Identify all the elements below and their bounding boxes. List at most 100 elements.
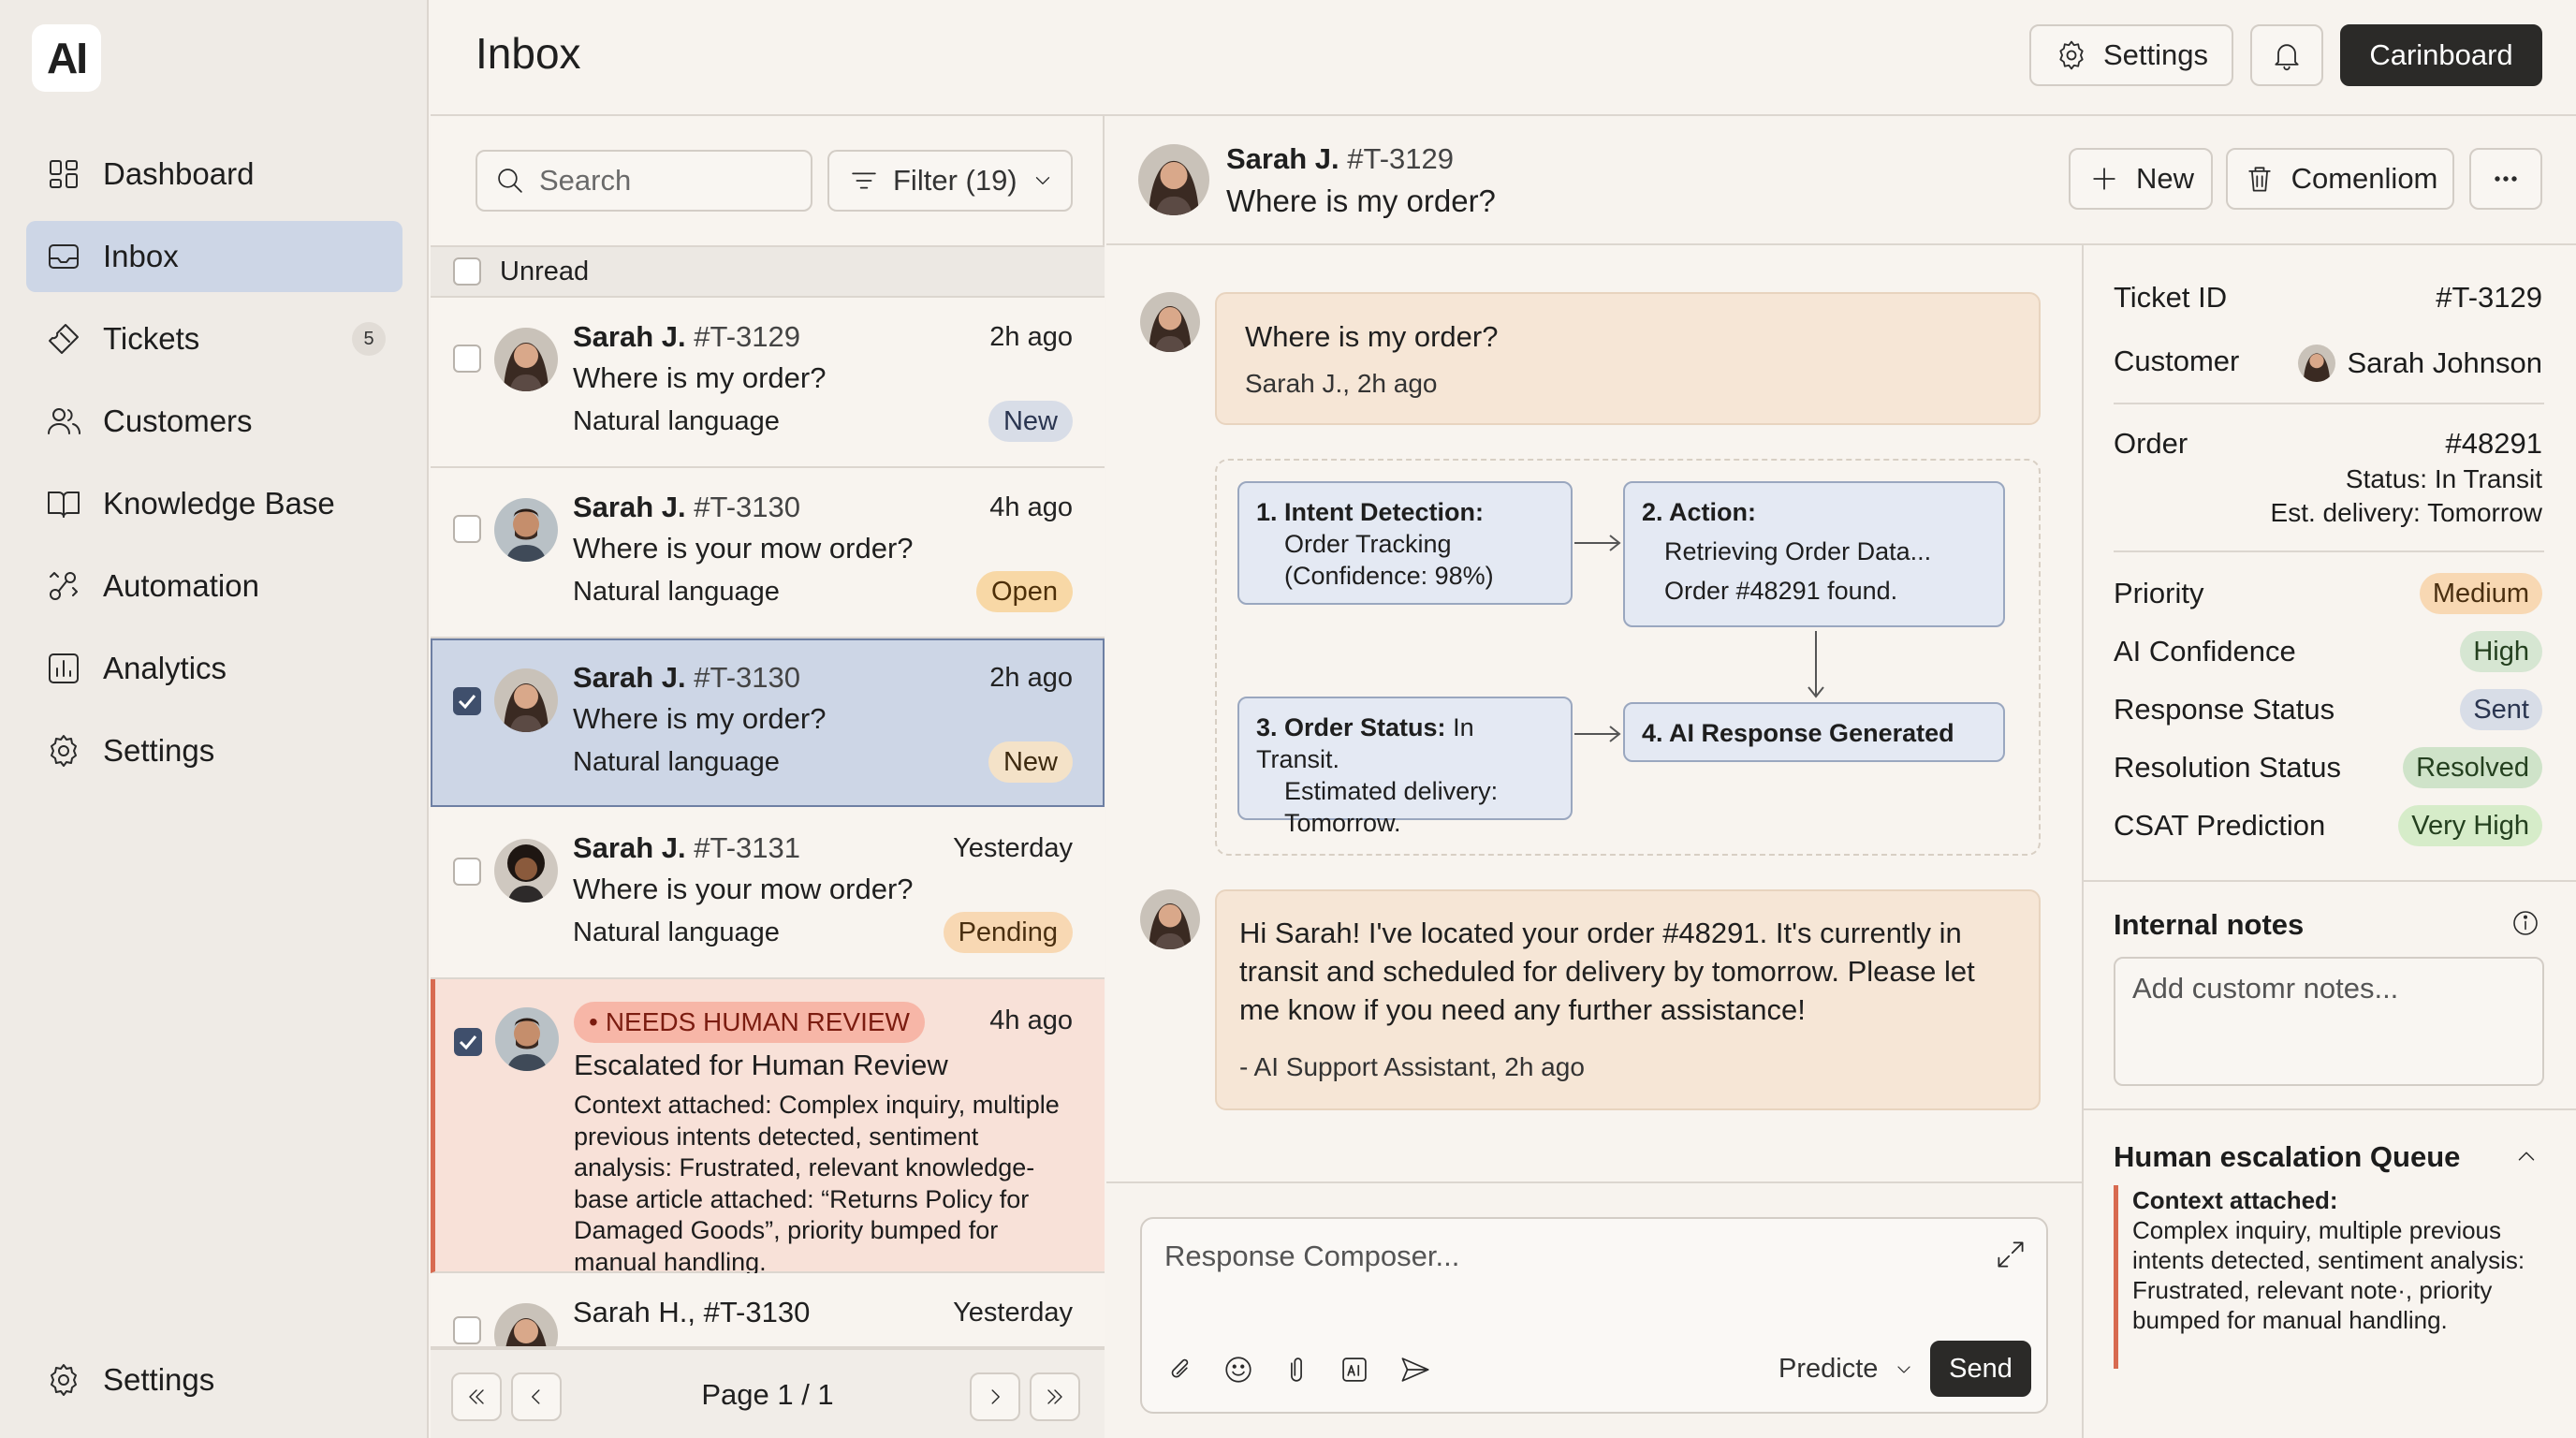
sidebar-item-dashboard[interactable]: Dashboard (26, 139, 402, 210)
message-meta: Sarah J., 2h ago (1245, 369, 1438, 398)
customer-name: Sarah J. #T-3131 (573, 831, 801, 864)
order-value[interactable]: #48291 (2446, 427, 2542, 461)
app-logo[interactable]: AI (32, 24, 101, 92)
ticket-id: #T-3130 (694, 661, 801, 694)
list-item[interactable]: Sarah J. #T-3130 4h ago Where is your mo… (431, 468, 1105, 638)
internal-notes-input[interactable]: Add customr notes... (2114, 957, 2544, 1086)
divider (2114, 403, 2544, 404)
ticket-id: #T-3129 (1347, 142, 1455, 175)
expand-icon[interactable] (1994, 1238, 2027, 1271)
sidebar-item-customers[interactable]: Customers (26, 386, 402, 457)
status-badge: Open (976, 571, 1073, 612)
list-item-needs-review[interactable]: • NEEDS HUMAN REVIEW 4h ago Escalated for… (431, 979, 1105, 1276)
order-delivery: Est. delivery: Tomorrow (2270, 498, 2542, 527)
chevron-down-icon (1897, 1365, 1910, 1373)
row-checkbox-checked[interactable] (454, 1028, 482, 1056)
ticket-id-label: Ticket ID (2114, 281, 2228, 314)
notifications-button[interactable] (2250, 24, 2323, 86)
row-checkbox[interactable] (453, 1316, 481, 1344)
row-checkbox[interactable] (453, 858, 481, 886)
resolution-status-badge: Resolved (2403, 747, 2542, 788)
subject: Where is my order? (573, 702, 827, 735)
chart-icon (49, 653, 79, 683)
flow-arrow-icon (1574, 535, 1621, 551)
last-page-button[interactable] (1030, 1372, 1080, 1421)
chevron-up-icon[interactable] (2512, 1142, 2540, 1170)
unread-checkbox[interactable] (453, 257, 481, 286)
subject: Where is my order? (573, 361, 827, 394)
avatar (494, 328, 558, 391)
row-checkbox[interactable] (453, 515, 481, 543)
sidebar-item-inbox[interactable]: Inbox (26, 221, 402, 292)
paperclip-icon[interactable] (1281, 1354, 1312, 1386)
predict-dropdown[interactable]: Predicte (1778, 1354, 1915, 1385)
subject: Where is your mow order? (573, 873, 914, 905)
sidebar-item-knowledge-base[interactable]: Knowledge Base (26, 468, 402, 539)
composer-placeholder: Response Composer... (1164, 1240, 1460, 1272)
reply-text: Hi Sarah! I've located your order #48291… (1239, 917, 1975, 1026)
attachment-icon[interactable] (1164, 1354, 1196, 1386)
ticket-id: #T-3130 (694, 491, 801, 523)
tickets-count-badge: 5 (352, 322, 386, 356)
ai-assist-icon[interactable] (1339, 1354, 1370, 1386)
sidebar-item-settings[interactable]: Settings (26, 715, 402, 786)
flow-step-order-status: 3. Order Status: In Transit. Estimated d… (1237, 697, 1573, 837)
sidebar-item-label: Automation (103, 568, 259, 603)
gear-icon (2059, 40, 2084, 70)
response-status-label: Response Status (2114, 693, 2335, 726)
sidebar-item-label: Settings (103, 1362, 215, 1397)
timestamp: 4h ago (989, 1005, 1073, 1035)
list-item[interactable]: Sarah H., #T-3130 Yesterday (431, 1273, 1105, 1348)
filter-label: Filter (19) (893, 164, 1017, 197)
message-kind: Natural language (573, 406, 780, 436)
divider (2114, 550, 2544, 552)
avatar (494, 498, 558, 562)
sidebar-item-analytics[interactable]: Analytics (26, 633, 402, 704)
unread-filter-row[interactable]: Unread (431, 245, 1105, 298)
sidebar-footer-settings[interactable]: Settings (26, 1344, 402, 1416)
dashboard-button[interactable]: Carinboard (2340, 24, 2542, 86)
send-button[interactable]: Send (1930, 1341, 2031, 1397)
subject: Escalated for Human Review (574, 1049, 948, 1081)
more-options-button[interactable] (2469, 148, 2542, 210)
reply-meta: - AI Support Assistant, 2h ago (1239, 1052, 1585, 1081)
inbox-icon (49, 244, 79, 269)
new-button[interactable]: New (2069, 148, 2213, 210)
sidebar-item-tickets[interactable]: Tickets 5 (26, 303, 402, 374)
customer-value[interactable]: Sarah Johnson (2298, 345, 2542, 382)
settings-button[interactable]: Settings (2029, 24, 2233, 86)
double-chevron-right-icon (1047, 1389, 1062, 1404)
csat-label: CSAT Prediction (2114, 809, 2326, 842)
avatar (1140, 292, 1200, 352)
list-item-selected[interactable]: Sarah J. #T-3130 2h ago Where is my orde… (431, 638, 1105, 807)
sidebar-item-label: Inbox (103, 239, 179, 273)
send-icon[interactable] (1398, 1354, 1432, 1386)
sidebar-item-automation[interactable]: Automation (26, 550, 402, 622)
page-title: Inbox (476, 29, 581, 78)
row-checkbox[interactable] (453, 345, 481, 373)
emoji-icon[interactable] (1222, 1354, 1254, 1386)
list-item[interactable]: Sarah J. #T-3131 Yesterday Where is your… (431, 807, 1105, 979)
sidebar-item-label: Settings (103, 733, 215, 768)
priority-label: Priority (2114, 577, 2204, 609)
ai-confidence-label: AI Confidence (2114, 635, 2296, 668)
response-composer[interactable]: Response Composer... Predicte Send (1140, 1217, 2048, 1414)
ai-reply-message: Hi Sarah! I've located your order #48291… (1215, 889, 2041, 1110)
settings-button-label: Settings (2102, 38, 2208, 71)
ticket-id: #T-3131 (694, 831, 801, 864)
bell-icon (2275, 44, 2299, 71)
flow-step-intent: 1. Intent Detection: Order Tracking (Con… (1237, 481, 1573, 605)
more-horizontal-icon (2495, 176, 2517, 182)
order-label: Order (2114, 427, 2188, 460)
timestamp: 2h ago (989, 322, 1073, 352)
avatar (494, 839, 558, 902)
info-icon[interactable] (2510, 908, 2540, 938)
flow-arrow-icon (1574, 726, 1621, 742)
comment-button[interactable]: Comenliom (2226, 148, 2454, 210)
row-checkbox-checked[interactable] (453, 687, 481, 715)
filter-button[interactable]: Filter (19) (827, 150, 1073, 212)
sidebar-item-label: Analytics (103, 651, 227, 685)
next-page-button[interactable] (970, 1372, 1020, 1421)
list-item[interactable]: Sarah J. #T-3129 2h ago Where is my orde… (431, 298, 1105, 468)
search-input[interactable]: Search (476, 150, 812, 212)
